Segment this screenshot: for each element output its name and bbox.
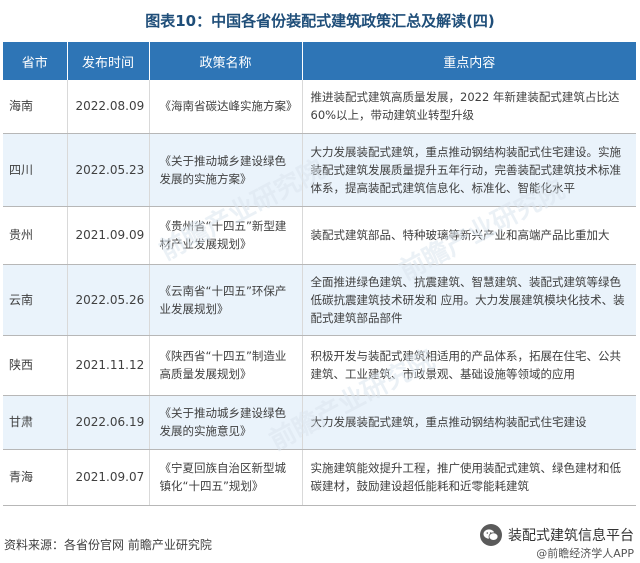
header-policy: 政策名称 bbox=[149, 42, 303, 80]
cell-date: 2021.09.09 bbox=[67, 206, 150, 265]
table-row: 陕西 2021.11.12 《陕西省“十四五”制造业高质量发展规划》 积极开发与… bbox=[3, 335, 636, 396]
table-row: 四川 2022.05.23 《关于推动城乡建设绿色发展的实施方案》 大力发展装配… bbox=[3, 133, 636, 207]
wechat-name: 装配式建筑信息平台 bbox=[508, 528, 634, 544]
table-row: 贵州 2021.09.09 《贵州省“十四五”新型建材产业发展规划》 装配式建筑… bbox=[3, 206, 636, 265]
cell-province: 海南 bbox=[3, 80, 68, 134]
table-row: 青海 2021.09.07 《宁夏回族自治区新型城镇化“十四五”规划》 实施建筑… bbox=[3, 449, 636, 506]
table-row: 甘肃 2022.06.19 《关于推动城乡建设绿色发展的实施意见》 大力发展装配… bbox=[3, 395, 636, 450]
cell-date: 2022.08.09 bbox=[67, 80, 150, 134]
cell-province: 陕西 bbox=[3, 335, 68, 396]
cell-date: 2021.11.12 bbox=[67, 335, 150, 396]
footer-source: 资料来源：各省份官网 前瞻产业研究院 bbox=[4, 538, 212, 552]
header-date: 发布时间 bbox=[67, 42, 150, 80]
cell-date: 2022.06.19 bbox=[67, 395, 150, 450]
wechat-icon bbox=[480, 524, 502, 546]
app-label: @前瞻经济学人APP bbox=[536, 547, 634, 560]
cell-content: 实施建筑能效提升工程，推广使用装配式建筑、绿色建材和低碳建材，鼓励建设超低能耗和… bbox=[302, 449, 636, 506]
cell-policy: 《宁夏回族自治区新型城镇化“十四五”规划》 bbox=[149, 449, 303, 506]
cell-content: 推进装配式建筑高质量发展，2022 年新建装配式建筑占比达 60%以上，带动建筑… bbox=[302, 80, 636, 134]
cell-policy: 《陕西省“十四五”制造业高质量发展规划》 bbox=[149, 335, 303, 396]
wechat-account[interactable]: 装配式建筑信息平台 bbox=[480, 524, 634, 546]
table-row: 海南 2022.08.09 《海南省碳达峰实施方案》 推进装配式建筑高质量发展，… bbox=[3, 80, 636, 134]
cell-policy: 《关于推动城乡建设绿色发展的实施意见》 bbox=[149, 395, 303, 450]
cell-province: 贵州 bbox=[3, 206, 68, 265]
cell-policy: 《云南省“十四五”环保产业发展规划》 bbox=[149, 264, 303, 336]
cell-date: 2022.05.23 bbox=[67, 133, 150, 207]
cell-province: 云南 bbox=[3, 264, 68, 336]
cell-policy: 《海南省碳达峰实施方案》 bbox=[149, 80, 303, 134]
cell-date: 2022.05.26 bbox=[67, 264, 150, 336]
cell-content: 大力发展装配式建筑，重点推动钢结构装配式住宅建设。实施装配式建筑发展质量提升五年… bbox=[302, 133, 636, 207]
cell-date: 2021.09.07 bbox=[67, 449, 150, 506]
table-row: 云南 2022.05.26 《云南省“十四五”环保产业发展规划》 全面推进绿色建… bbox=[3, 264, 636, 336]
cell-policy: 《关于推动城乡建设绿色发展的实施方案》 bbox=[149, 133, 303, 207]
header-province: 省市 bbox=[3, 42, 68, 80]
cell-content: 大力发展装配式建筑，重点推动钢结构装配式住宅建设 bbox=[302, 395, 636, 450]
cell-province: 青海 bbox=[3, 449, 68, 506]
cell-content: 装配式建筑部品、特种玻璃等新兴产业和高端产品比重加大 bbox=[302, 206, 636, 265]
page-title: 图表10：中国各省份装配式建筑政策汇总及解读(四) bbox=[145, 11, 495, 30]
cell-province: 甘肃 bbox=[3, 395, 68, 450]
cell-province: 四川 bbox=[3, 133, 68, 207]
cell-content: 全面推进绿色建筑、抗震建筑、智慧建筑、装配式建筑等绿色低碳抗震建筑技术研发和 应… bbox=[302, 264, 636, 336]
policy-table: 省市 发布时间 政策名称 重点内容 海南 2022.08.09 《海南省碳达峰实… bbox=[3, 42, 636, 506]
header-content: 重点内容 bbox=[302, 42, 636, 80]
cell-policy: 《贵州省“十四五”新型建材产业发展规划》 bbox=[149, 206, 303, 265]
cell-content: 积极开发与装配式建筑相适用的产品体系，拓展在住宅、公共建筑、工业建筑、市政景观、… bbox=[302, 335, 636, 396]
table-header-row: 省市 发布时间 政策名称 重点内容 bbox=[3, 42, 636, 80]
